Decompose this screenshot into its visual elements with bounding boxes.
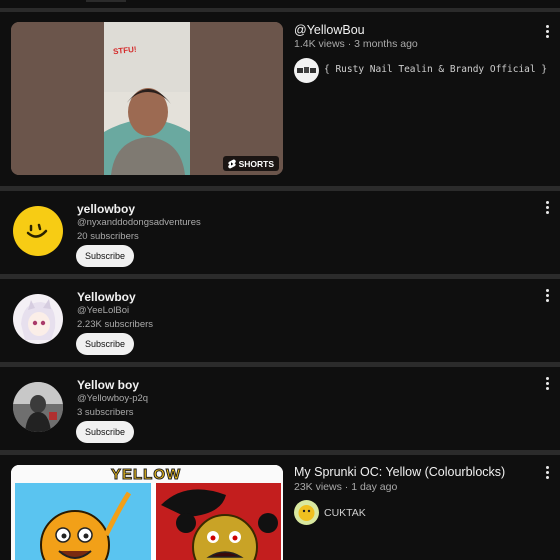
short-thumbnail[interactable]: STFU! SHORTS	[11, 22, 283, 175]
thumbnail-title-text: YELLOW	[110, 466, 182, 484]
channel-avatar-image	[297, 67, 316, 73]
channel-title[interactable]: Yellow boy	[77, 378, 139, 392]
channel-title[interactable]: yellowboy	[77, 202, 135, 216]
channel-result[interactable]: yellowboy @nyxanddodongsadventures 20 su…	[0, 191, 560, 275]
upload-age: 1 day ago	[351, 481, 398, 493]
channel-handle: @nyxanddodongsadventures	[77, 217, 201, 228]
short-result[interactable]: STFU! SHORTS @YellowBou 1.4K views · 3 m…	[0, 12, 560, 187]
more-vert-icon[interactable]	[544, 289, 550, 303]
video-result[interactable]: YELLOW My Sprunki OC: Yellow (Colourbloc…	[0, 455, 560, 560]
subscribe-button[interactable]: Subscribe	[76, 245, 134, 267]
subscriber-count: 2.23K subscribers	[77, 319, 154, 330]
view-count: 1.4K views	[294, 38, 345, 50]
video-meta: 23K views · 1 day ago	[294, 481, 397, 493]
video-meta: 1.4K views · 3 months ago	[294, 38, 418, 50]
channel-avatar[interactable]	[13, 206, 63, 256]
channel-avatar[interactable]	[13, 382, 63, 432]
channel-name[interactable]: { Rusty Nail Tealin & Brandy Official }	[324, 64, 547, 75]
subscriber-count: 20 subscribers	[77, 231, 139, 242]
channel-handle: @YeeLolBoi	[77, 305, 130, 316]
channel-title[interactable]: Yellowboy	[77, 290, 136, 304]
short-thumbnail-image	[11, 22, 283, 175]
channel-avatar[interactable]	[13, 294, 63, 344]
video-title[interactable]: My Sprunki OC: Yellow (Colourblocks)	[294, 465, 505, 479]
more-vert-icon[interactable]	[544, 25, 550, 39]
shorts-logo-icon	[227, 158, 236, 168]
upload-age: 3 months ago	[354, 38, 418, 50]
video-thumbnail[interactable]: YELLOW	[11, 465, 283, 560]
subscribe-button[interactable]: Subscribe	[76, 421, 134, 443]
subscribe-button[interactable]: Subscribe	[76, 333, 134, 355]
more-vert-icon[interactable]	[544, 466, 550, 480]
channel-handle: @Yellowboy-p2q	[77, 393, 149, 404]
video-title[interactable]: @YellowBou	[294, 23, 365, 37]
channel-name[interactable]: CUKTAK	[324, 507, 366, 519]
shorts-badge-label: SHORTS	[238, 158, 274, 169]
channel-avatar[interactable]	[294, 500, 319, 525]
channel-avatar-image	[298, 505, 315, 521]
channel-result[interactable]: Yellowboy @YeeLolBoi 2.23K subscribers S…	[0, 279, 560, 363]
subscriber-count: 3 subscribers	[77, 407, 134, 418]
channel-avatar[interactable]	[294, 58, 319, 83]
shorts-badge: SHORTS	[222, 156, 279, 171]
smiley-avatar-image	[26, 223, 48, 238]
more-vert-icon[interactable]	[544, 201, 550, 215]
anime-avatar-image	[21, 299, 56, 340]
more-vert-icon[interactable]	[544, 377, 550, 391]
photo-avatar-image	[13, 382, 63, 432]
view-count: 23K views	[294, 481, 342, 493]
channel-result[interactable]: Yellow boy @Yellowboy-p2q 3 subscribers …	[0, 367, 560, 451]
previous-result-edge	[86, 0, 126, 2]
